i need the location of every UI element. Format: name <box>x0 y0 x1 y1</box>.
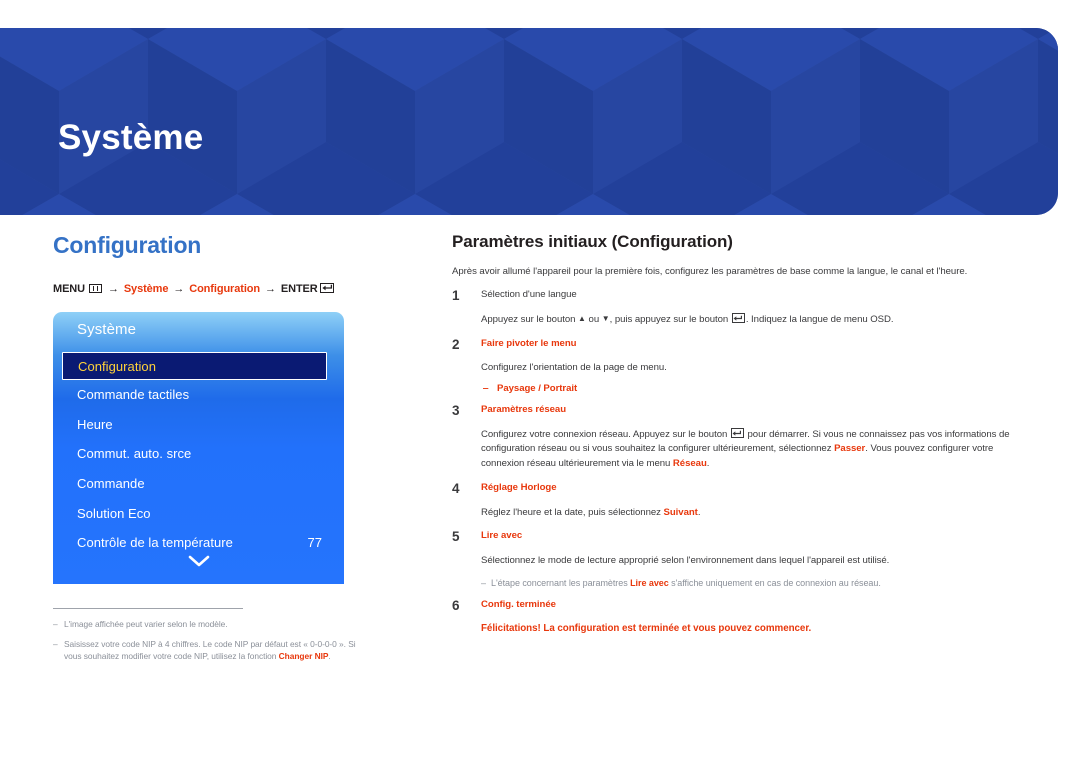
banner-title: Système <box>58 118 204 157</box>
step-item: 2 Faire pivoter le menu Configurez l'ori… <box>452 336 1037 394</box>
footnote-item: ‒ Saisissez votre code NIP à 4 chiffres.… <box>53 638 373 662</box>
step-body: Config. terminée Félicitations! La confi… <box>481 599 1037 633</box>
osd-scroll-down-button[interactable] <box>53 554 344 572</box>
step-item: 5 Lire avec Sélectionnez le mode de lect… <box>452 530 1037 589</box>
step-title: Lire avec <box>481 530 523 542</box>
step-text: Sélectionnez le mode de lecture appropri… <box>481 554 890 566</box>
left-column: Configuration MENU → Système → Configura… <box>53 215 383 661</box>
menu-path-menu-label: MENU <box>53 283 85 296</box>
note-dash: ‒ <box>481 577 486 588</box>
note-text: L'étape concernant les paramètres Lire a… <box>491 577 881 588</box>
step-item: 3 Paramètres réseau Configurez votre con… <box>452 403 1037 472</box>
note-accent-lire-avec: Lire avec <box>630 577 669 588</box>
step-body: Réglage Horloge Réglez l'heure et la dat… <box>481 482 1037 520</box>
step-text: Configurez l'orientation de la page de m… <box>481 362 667 374</box>
right-column: Paramètres initiaux (Configuration) Aprè… <box>452 215 1037 634</box>
footnote-accent: Changer NIP <box>278 651 329 662</box>
step-title: Faire pivoter le menu <box>481 337 577 349</box>
intro-paragraph: Après avoir allumé l'appareil pour la pr… <box>452 266 968 277</box>
menu-path-arrow-2: → <box>173 283 185 296</box>
section-title: Configuration <box>53 232 202 258</box>
enter-return-icon <box>731 313 745 323</box>
osd-item-label: Contrôle de la température <box>77 535 233 551</box>
step-item: 1 Sélection d'une langue Appuyez sur le … <box>452 288 1037 327</box>
osd-item-value: 77 <box>307 535 322 551</box>
arrow-up-icon: ▲ <box>578 313 586 323</box>
page-banner: Système <box>0 28 1058 215</box>
footnote-dash: ‒ <box>53 639 58 650</box>
menu-path-arrow-3: → <box>264 283 276 296</box>
step-number: 5 <box>452 529 460 545</box>
bullet-text: Paysage / Portrait <box>497 383 578 395</box>
page-content: Configuration MENU → Système → Configura… <box>0 215 1080 763</box>
osd-item-heure[interactable]: Heure <box>53 410 344 440</box>
menu-path-arrow-1: → <box>107 283 119 296</box>
osd-item-label: Commande <box>77 476 145 492</box>
menu-grid-icon <box>88 284 102 294</box>
step-body: Paramètres réseau Configurez votre conne… <box>481 404 1037 472</box>
osd-item-label: Commande tactiles <box>77 387 190 403</box>
osd-menu-list: Configuration Commande tactiles Heure Co… <box>53 352 344 558</box>
footnote-divider <box>53 608 243 609</box>
step-number: 4 <box>452 481 460 497</box>
osd-item-label: Heure <box>77 416 113 432</box>
step-title: Config. terminée <box>481 599 556 611</box>
enter-return-icon <box>319 283 334 294</box>
osd-menu-title: Système <box>77 321 137 338</box>
footnote-text: Saisissez votre code NIP à 4 chiffres. L… <box>64 639 356 662</box>
osd-item-configuration[interactable]: Configuration <box>62 352 327 380</box>
step-text: Réglez l'heure et la date, puis sélectio… <box>481 506 701 518</box>
congratulations-text: Félicitations! La configuration est term… <box>481 622 812 634</box>
osd-item-label: Solution Eco <box>77 505 151 521</box>
step-title: Paramètres réseau <box>481 404 567 416</box>
osd-item-label: Configuration <box>78 358 156 374</box>
menu-path-enter-label: ENTER <box>280 283 318 296</box>
osd-menu-panel[interactable]: Système Configuration Commande tactiles … <box>53 312 344 584</box>
step-accent-reseau: Réseau <box>672 458 707 470</box>
bullet-dash: ‒ <box>483 383 489 395</box>
osd-item-solution-eco[interactable]: Solution Eco <box>53 498 344 528</box>
footnotes-block: ‒ L'image affichée peut varier selon le … <box>53 608 373 671</box>
menu-path-breadcrumb: MENU → Système → Configuration → ENTER <box>53 283 383 296</box>
enter-return-icon <box>730 428 744 438</box>
footnote-text: L'image affichée peut varier selon le mo… <box>64 619 228 629</box>
osd-item-label: Commut. auto. srce <box>77 446 192 462</box>
step-item: 4 Réglage Horloge Réglez l'heure et la d… <box>452 481 1037 520</box>
step-accent-passer: Passer <box>834 443 866 455</box>
step-title: Sélection d'une langue <box>481 289 577 301</box>
step-number: 1 <box>452 288 460 304</box>
step-body: Faire pivoter le menu Configurez l'orien… <box>481 338 1037 394</box>
osd-item-commut-auto-srce[interactable]: Commut. auto. srce <box>53 439 344 469</box>
page-title: Paramètres initiaux (Configuration) <box>452 232 733 251</box>
step-text: Configurez votre connexion réseau. Appuy… <box>481 428 1010 470</box>
footnote-item: ‒ L'image affichée peut varier selon le … <box>53 618 373 630</box>
arrow-down-icon: ▼ <box>601 313 610 323</box>
osd-item-commande[interactable]: Commande <box>53 469 344 499</box>
step-body: Lire avec Sélectionnez le mode de lectur… <box>481 530 1037 589</box>
osd-item-commande-tactiles[interactable]: Commande tactiles <box>53 380 344 410</box>
step-number: 3 <box>452 403 460 419</box>
chevron-down-icon <box>188 555 209 567</box>
step-number: 2 <box>452 336 460 352</box>
step-note: ‒ L'étape concernant les paramètres Lire… <box>481 577 1037 590</box>
step-body: Sélection d'une langue Appuyez sur le bo… <box>481 289 1037 327</box>
menu-path-item-configuration: Configuration <box>189 283 261 296</box>
step-accent-suivant: Suivant <box>663 506 698 518</box>
step-item: 6 Config. terminée Félicitations! La con… <box>452 598 1037 633</box>
step-number: 6 <box>452 598 460 614</box>
footnote-dash: ‒ <box>53 619 58 629</box>
step-bullet: ‒ Paysage / Portrait <box>481 383 1037 394</box>
menu-path-item-systeme: Système <box>123 283 169 296</box>
step-title: Réglage Horloge <box>481 482 557 494</box>
step-text: Appuyez sur le bouton ▲ ou ▼, puis appuy… <box>481 313 894 325</box>
